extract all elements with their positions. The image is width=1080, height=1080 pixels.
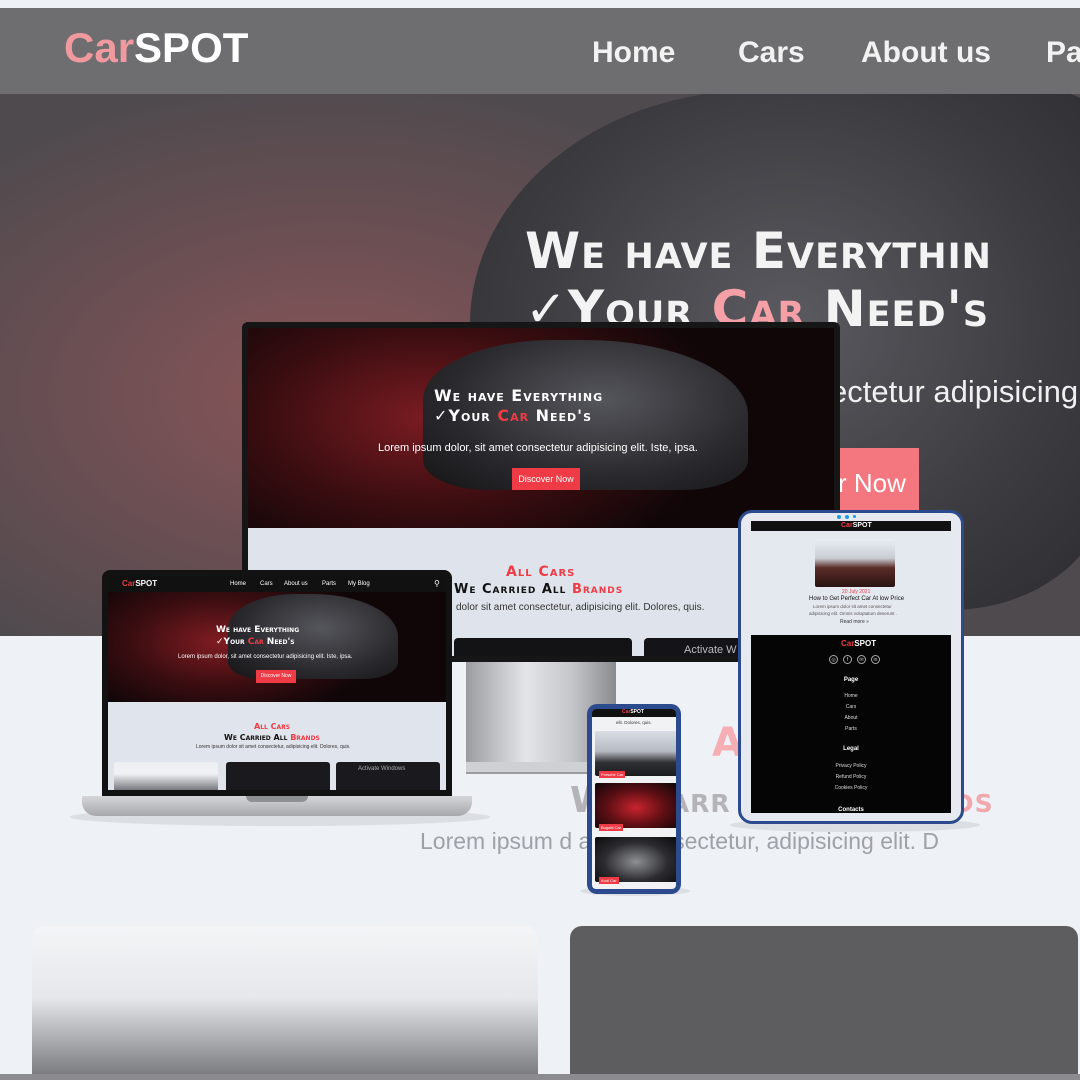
monitor-car-card-1[interactable] <box>454 638 632 656</box>
laptop-nav-cars[interactable]: Cars <box>260 581 273 587</box>
bg-logo[interactable]: CarSPOT <box>64 24 248 72</box>
phone-navbar: CarSPOT <box>592 709 676 717</box>
laptop-nav-home[interactable]: Home <box>230 581 246 587</box>
tablet-screen: CarSPOT 20 July 2021 How to Get Perfect … <box>751 521 951 813</box>
laptop-nav-about[interactable]: About us <box>284 581 308 587</box>
phone-car-card-2[interactable] <box>595 783 676 828</box>
phone-car-label-3[interactable]: Audi Car <box>599 877 619 884</box>
tablet-camera-dot <box>845 515 849 519</box>
tablet-post-date: 20 July 2021 <box>842 589 871 595</box>
phone-car-card-1[interactable] <box>595 731 676 776</box>
tablet-post-text: Lorem ipsum dolor sit amet consectetur <box>813 604 892 609</box>
tablet-camera-dot <box>853 515 856 518</box>
tablet-navbar: CarSPOT <box>751 521 951 531</box>
laptop-hero-text: Lorem ipsum dolor, sit amet consectetur … <box>178 654 353 660</box>
showcase-canvas: CarSPOT Home Cars About us Pa We have Ev… <box>0 0 1080 1080</box>
bg-hero-title: We have Everythin ✓Your Car Need's <box>525 222 992 338</box>
laptop-logo[interactable]: CarSPOT <box>122 579 157 588</box>
monitor-section-subtitle: We Carried All Brands <box>454 582 624 597</box>
bg-car-card-1[interactable] <box>32 926 538 1080</box>
bg-hero-text: ectetur adipisicing <box>830 374 1079 409</box>
laptop-screen: CarSPOT Home Cars About us Parts My Blog… <box>108 576 446 790</box>
monitor-discover-button[interactable]: Discover Now <box>512 468 580 490</box>
monitor-section-text: dolor sit amet consectetur, adipisicing … <box>456 602 705 613</box>
bg-logo-part2: SPOT <box>134 24 249 71</box>
laptop-section-title: All Cars <box>254 722 291 731</box>
tablet-footer-link-parts[interactable]: Parts <box>751 726 951 732</box>
phone-car-label-1[interactable]: Porsche Car <box>599 771 626 778</box>
laptop-section-subtitle: We Carried All Brands <box>224 733 320 742</box>
monitor-activate-text: Activate W <box>684 644 737 656</box>
tablet-logo[interactable]: CarSPOT <box>841 522 872 529</box>
bg-logo-part1: Car <box>64 24 135 71</box>
tablet-footer-logo[interactable]: CarSPOT <box>841 639 876 648</box>
instagram-icon[interactable]: ◎ <box>829 655 838 664</box>
facebook-icon[interactable]: f <box>843 655 852 664</box>
monitor-title-line2: ✓Your Car Need's <box>434 406 593 425</box>
laptop-car-card-2[interactable] <box>226 762 330 790</box>
laptop-activate-text: Activate Windows <box>358 766 406 772</box>
laptop-hero-title: We have Everything ✓Your Car Need's <box>216 624 299 648</box>
bg-hero-title-line1: We have Everythin <box>525 222 992 280</box>
laptop-title-line1: We have Everything <box>216 625 300 635</box>
tablet-footer-contacts-heading: Contacts <box>838 807 864 813</box>
monitor-hero-text: Lorem ipsum dolor, sit amet consectetur … <box>378 442 698 454</box>
tablet-footer-link-home[interactable]: Home <box>751 693 951 699</box>
laptop-discover-button[interactable]: Discover Now <box>256 670 296 683</box>
phone-mockup: CarSPOT elit. Dolores, quis. Porsche Car… <box>587 704 681 894</box>
tablet-footer: CarSPOT ◎ f ✉ in Page Home Cars About Pa… <box>751 635 951 813</box>
phone-car-card-3[interactable] <box>595 837 676 882</box>
tablet-mockup: CarSPOT 20 July 2021 How to Get Perfect … <box>738 510 964 824</box>
bg-bottom-bar <box>0 1074 1080 1080</box>
phone-caption: elit. Dolores, quis. <box>616 720 652 725</box>
tablet-footer-link-refund[interactable]: Refund Policy <box>751 774 951 780</box>
laptop-nav-parts[interactable]: Parts <box>322 581 336 587</box>
monitor-hero-title: We have Everything ✓Your Car Need's <box>434 386 603 426</box>
laptop-notch <box>246 796 308 802</box>
bg-nav-about[interactable]: About us <box>861 36 991 70</box>
phone-screen: CarSPOT elit. Dolores, quis. Porsche Car… <box>592 709 676 889</box>
bg-car-card-2[interactable] <box>570 926 1078 1080</box>
tablet-footer-legal-heading: Legal <box>843 746 859 752</box>
phone-logo[interactable]: CarSPOT <box>622 709 644 715</box>
bg-nav-home[interactable]: Home <box>592 36 675 70</box>
laptop-car-card-1[interactable] <box>114 762 218 790</box>
laptop-search-icon[interactable]: ⚲ <box>434 579 440 588</box>
monitor-section-title: All Cars <box>506 564 576 580</box>
laptop-car-card-3[interactable]: Activate Windows <box>336 762 440 790</box>
laptop-title-line2: ✓Your Car Need's <box>216 637 295 647</box>
tablet-post-title[interactable]: How to Get Perfect Car At low Price <box>809 596 904 602</box>
tablet-footer-link-privacy[interactable]: Privacy Policy <box>751 763 951 769</box>
linkedin-icon[interactable]: in <box>871 655 880 664</box>
tablet-read-more-link[interactable]: Read more » <box>840 619 869 625</box>
tablet-post-text: adipisicing elit. Omnis voluptatum deser… <box>809 611 898 616</box>
tablet-camera-dot <box>837 515 841 519</box>
phone-car-label-2[interactable]: Bugatti Car <box>599 824 624 831</box>
bg-nav-cars[interactable]: Cars <box>738 36 805 70</box>
laptop-section-text: Lorem ipsum dolor sit amet consectetur, … <box>196 744 351 750</box>
tablet-post-image[interactable] <box>815 539 895 587</box>
tablet-footer-link-cars[interactable]: Cars <box>751 704 951 710</box>
tablet-footer-link-cookies[interactable]: Cookies Policy <box>751 785 951 791</box>
bg-nav-parts[interactable]: Pa <box>1046 36 1080 70</box>
laptop-mockup: CarSPOT Home Cars About us Parts My Blog… <box>102 570 452 796</box>
tablet-footer-link-about[interactable]: About <box>751 715 951 721</box>
laptop-nav-blog[interactable]: My Blog <box>348 581 370 587</box>
mail-icon[interactable]: ✉ <box>857 655 866 664</box>
laptop-navbar: CarSPOT Home Cars About us Parts My Blog… <box>108 576 446 592</box>
tablet-footer-page-heading: Page <box>843 677 859 683</box>
monitor-title-line1: We have Everything <box>434 386 604 405</box>
